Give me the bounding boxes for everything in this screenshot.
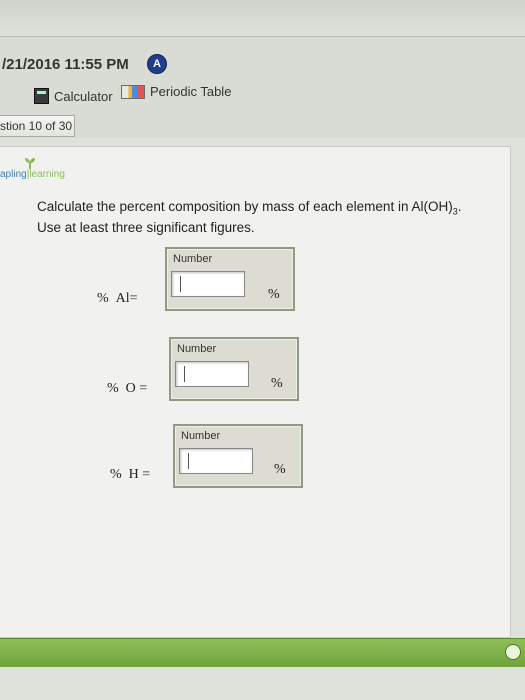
logo-part2: learning — [29, 169, 65, 180]
periodic-table-icon — [121, 84, 145, 99]
answer-o-unit: % — [271, 376, 283, 391]
window-top-strip — [0, 0, 525, 37]
timestamp: /21/2016 11:55 PM — [2, 56, 129, 73]
answer-o-label: % O = — [107, 381, 148, 396]
calculator-button[interactable]: Calculator — [34, 88, 113, 104]
next-arrow-icon[interactable] — [505, 644, 521, 660]
answer-h-box: Number — [173, 424, 303, 488]
sapling-leaf-icon — [25, 158, 35, 169]
question-text: Calculate the percent composition by mas… — [37, 199, 461, 236]
question-line2: Use at least three significant figures. — [37, 219, 255, 235]
answer-h-number-label: Number — [181, 430, 221, 442]
question-panel: apling|learning Calculate the percent co… — [0, 138, 525, 700]
answer-o-number-label: Number — [177, 343, 217, 355]
answer-h-label: % H = — [110, 467, 151, 482]
periodic-table-label: Periodic Table — [150, 84, 232, 99]
header-bar: /21/2016 11:55 PM A — [0, 44, 525, 84]
assignment-badge-icon[interactable]: A — [147, 54, 167, 74]
answer-al-number-label: Number — [173, 253, 213, 265]
calculator-icon — [34, 88, 49, 104]
logo-part1: apling — [0, 169, 27, 180]
answer-h-input[interactable] — [179, 448, 253, 474]
tools-bar: Calculator Periodic Table — [0, 84, 525, 110]
question-content: apling|learning Calculate the percent co… — [0, 146, 511, 638]
periodic-table-button[interactable]: Periodic Table — [121, 84, 231, 99]
bottom-navigation-bar — [0, 638, 525, 667]
answer-o-input[interactable] — [175, 361, 249, 387]
question-navigation[interactable]: stion 10 of 30 — [0, 115, 75, 137]
question-line1: Calculate the percent composition by mas… — [37, 199, 453, 214]
answer-al-label: % Al= — [97, 291, 138, 306]
question-counter: stion 10 of 30 — [0, 119, 73, 133]
answer-al-unit: % — [268, 287, 280, 302]
question-end: . — [457, 199, 462, 214]
sapling-learning-logo: apling|learning — [0, 169, 65, 180]
calculator-label: Calculator — [54, 88, 113, 104]
answer-h-unit: % — [274, 462, 286, 477]
answer-al-input[interactable] — [171, 271, 245, 297]
